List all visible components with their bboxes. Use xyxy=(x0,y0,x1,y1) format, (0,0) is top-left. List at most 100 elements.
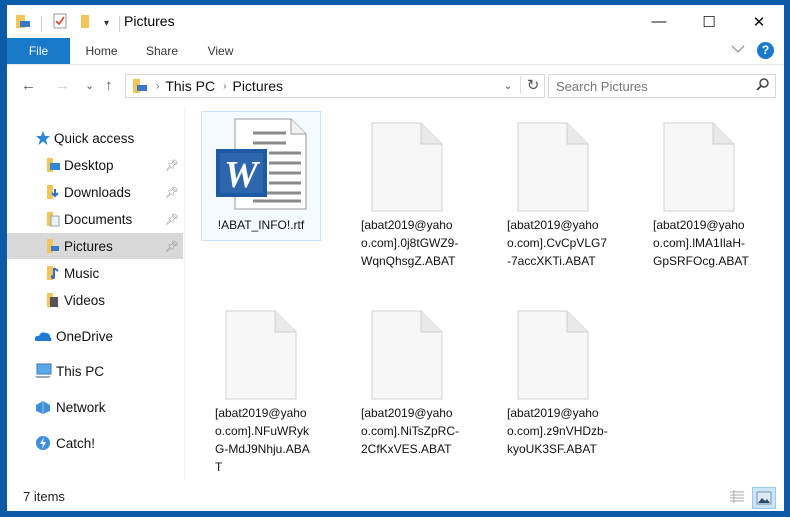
help-button[interactable]: ? xyxy=(757,41,774,59)
sidebar-item-network[interactable]: Network xyxy=(7,394,183,420)
catch-icon xyxy=(33,435,53,451)
customize-qat-icon[interactable]: ▾ xyxy=(104,18,109,29)
search-input[interactable]: Search Pictures xyxy=(548,74,776,98)
sidebar-item-label: Network xyxy=(56,399,106,415)
blank-file-icon xyxy=(348,112,466,212)
folder-pictures-icon[interactable] xyxy=(15,13,31,34)
address-bar[interactable]: › This PC › Pictures xyxy=(125,74,545,98)
large-icons-view-button[interactable] xyxy=(752,487,776,509)
file-name: [abat2019@yahoo.com].CvCpVLG7-7accXKTi.A… xyxy=(507,218,608,268)
pin-icon[interactable]: 📌︎ xyxy=(165,159,179,172)
file-name: [abat2019@yahoo.com].z9nVHDzb-kyoUK3SF.A… xyxy=(507,406,608,456)
new-folder-icon[interactable] xyxy=(78,13,94,34)
svg-text:W: W xyxy=(224,154,261,196)
search-placeholder: Search Pictures xyxy=(556,78,648,94)
tab-share[interactable]: Share xyxy=(142,38,182,64)
up-button[interactable]: ↑ xyxy=(105,77,113,94)
file-name: [abat2019@yahoo.com].lMA1IlaH-GpSRFOcg.A… xyxy=(653,218,749,268)
file-item[interactable]: W !ABAT_INFO!.rtf xyxy=(201,111,321,241)
breadcrumb-separator: › xyxy=(156,80,160,92)
sidebar-item-label: This PC xyxy=(56,363,105,379)
maximize-button[interactable]: ☐ xyxy=(684,5,734,38)
videos-folder-icon xyxy=(45,292,61,308)
pin-icon[interactable]: 📌︎ xyxy=(165,213,179,226)
sidebar-item-downloads[interactable]: Downloads 📌︎ xyxy=(7,179,183,205)
file-item[interactable]: [abat2019@yahoo.com].lMA1IlaH-GpSRFOcg.A… xyxy=(640,112,758,270)
onedrive-icon xyxy=(33,328,53,344)
sidebar-item-catch[interactable]: Catch! xyxy=(7,430,183,456)
sidebar-item-this-pc[interactable]: This PC xyxy=(7,358,183,384)
file-list: W !ABAT_INFO!.rtf [abat2019@yahoo.com].0… xyxy=(197,107,777,479)
forward-button[interactable]: → xyxy=(55,77,70,94)
downloads-folder-icon xyxy=(45,184,61,200)
sidebar-item-label: Desktop xyxy=(64,157,114,173)
file-item[interactable]: [abat2019@yahoo.com].NiTsZpRC-2CfKxVES.A… xyxy=(348,300,466,458)
sidebar-item-label: Documents xyxy=(64,211,133,227)
quick-access-toolbar: ▾ xyxy=(15,13,121,34)
star-icon xyxy=(35,130,51,146)
explorer-window: ▾ Pictures — ☐ ✕ File Home Share View ? … xyxy=(7,5,784,511)
sidebar-item-label: Downloads xyxy=(64,184,131,200)
properties-icon[interactable] xyxy=(52,13,68,34)
breadcrumb-this-pc[interactable]: This PC xyxy=(165,78,215,94)
pin-icon[interactable]: 📌︎ xyxy=(165,240,179,253)
pictures-folder-icon xyxy=(132,78,148,94)
documents-folder-icon xyxy=(45,211,61,227)
sidebar-item-label: Catch! xyxy=(56,435,96,451)
music-folder-icon xyxy=(45,265,61,281)
computer-icon xyxy=(33,363,53,379)
sidebar-item-music[interactable]: Music xyxy=(7,260,183,286)
tab-file[interactable]: File xyxy=(7,38,70,64)
sidebar-item-documents[interactable]: Documents 📌︎ xyxy=(7,206,183,232)
pane-divider[interactable] xyxy=(184,107,185,479)
sidebar-item-label: Quick access xyxy=(54,130,135,146)
breadcrumb-pictures[interactable]: Pictures xyxy=(232,78,283,94)
file-name: [abat2019@yahoo.com].NiTsZpRC-2CfKxVES.A… xyxy=(361,406,460,456)
pictures-folder-icon xyxy=(45,238,61,254)
blank-file-icon xyxy=(202,300,320,400)
divider xyxy=(41,15,42,32)
back-button[interactable]: ← xyxy=(21,77,36,94)
blank-file-icon xyxy=(640,112,758,212)
breadcrumb-separator: › xyxy=(223,80,227,92)
blank-file-icon xyxy=(494,112,612,212)
sidebar-item-desktop[interactable]: Desktop 📌︎ xyxy=(7,152,183,178)
pin-icon[interactable]: 📌︎ xyxy=(165,186,179,199)
close-button[interactable]: ✕ xyxy=(734,5,784,38)
file-name: [abat2019@yahoo.com].NFuWRykG-MdJ9Nhju.A… xyxy=(215,406,310,474)
sidebar-item-label: Music xyxy=(64,265,100,281)
search-icon[interactable] xyxy=(756,78,769,94)
sidebar-item-onedrive[interactable]: OneDrive xyxy=(7,323,183,349)
file-name: !ABAT_INFO!.rtf xyxy=(217,218,305,232)
title-bar: ▾ Pictures — ☐ ✕ xyxy=(7,5,784,38)
blank-file-icon xyxy=(494,300,612,400)
minimize-button[interactable]: — xyxy=(634,5,684,38)
file-item[interactable]: [abat2019@yahoo.com].0j8tGWZ9-WqnQhsgZ.A… xyxy=(348,112,466,270)
sidebar-item-pictures[interactable]: Pictures 📌︎ xyxy=(7,233,183,259)
navigation-bar: ← → ⌄ ↑ › This PC › Pictures ⌄ ↻ Search … xyxy=(7,71,784,101)
recent-locations-button[interactable]: ⌄ xyxy=(85,79,94,92)
file-item[interactable]: [abat2019@yahoo.com].CvCpVLG7-7accXKTi.A… xyxy=(494,112,612,270)
word-document-icon: W xyxy=(202,112,320,212)
sidebar-item-label: Pictures xyxy=(64,238,113,254)
tab-home[interactable]: Home xyxy=(79,38,124,64)
refresh-button[interactable]: ↻ xyxy=(520,76,545,94)
file-item[interactable]: [abat2019@yahoo.com].z9nVHDzb-kyoUK3SF.A… xyxy=(494,300,612,458)
sidebar-item-quick-access[interactable]: Quick access xyxy=(7,125,183,151)
sidebar-item-label: OneDrive xyxy=(56,328,114,344)
file-item[interactable]: [abat2019@yahoo.com].NFuWRykG-MdJ9Nhju.A… xyxy=(202,300,320,476)
status-bar: 7 items xyxy=(7,484,784,511)
sidebar-item-videos[interactable]: Videos xyxy=(7,287,183,313)
details-view-button[interactable] xyxy=(726,487,748,507)
address-dropdown-button[interactable]: ⌄ xyxy=(496,79,520,92)
blank-file-icon xyxy=(348,300,466,400)
file-name: [abat2019@yahoo.com].0j8tGWZ9-WqnQhsgZ.A… xyxy=(361,218,459,268)
tab-view[interactable]: View xyxy=(203,38,238,64)
desktop-folder-icon xyxy=(45,157,61,173)
network-icon xyxy=(33,399,53,415)
chevron-down-icon[interactable] xyxy=(731,41,745,59)
navigation-pane: Quick access Desktop 📌︎ Downloads 📌︎ Doc… xyxy=(7,107,183,479)
item-count: 7 items xyxy=(23,489,65,504)
window-title: Pictures xyxy=(124,13,175,29)
ribbon-tabs: File Home Share View xyxy=(7,38,784,65)
